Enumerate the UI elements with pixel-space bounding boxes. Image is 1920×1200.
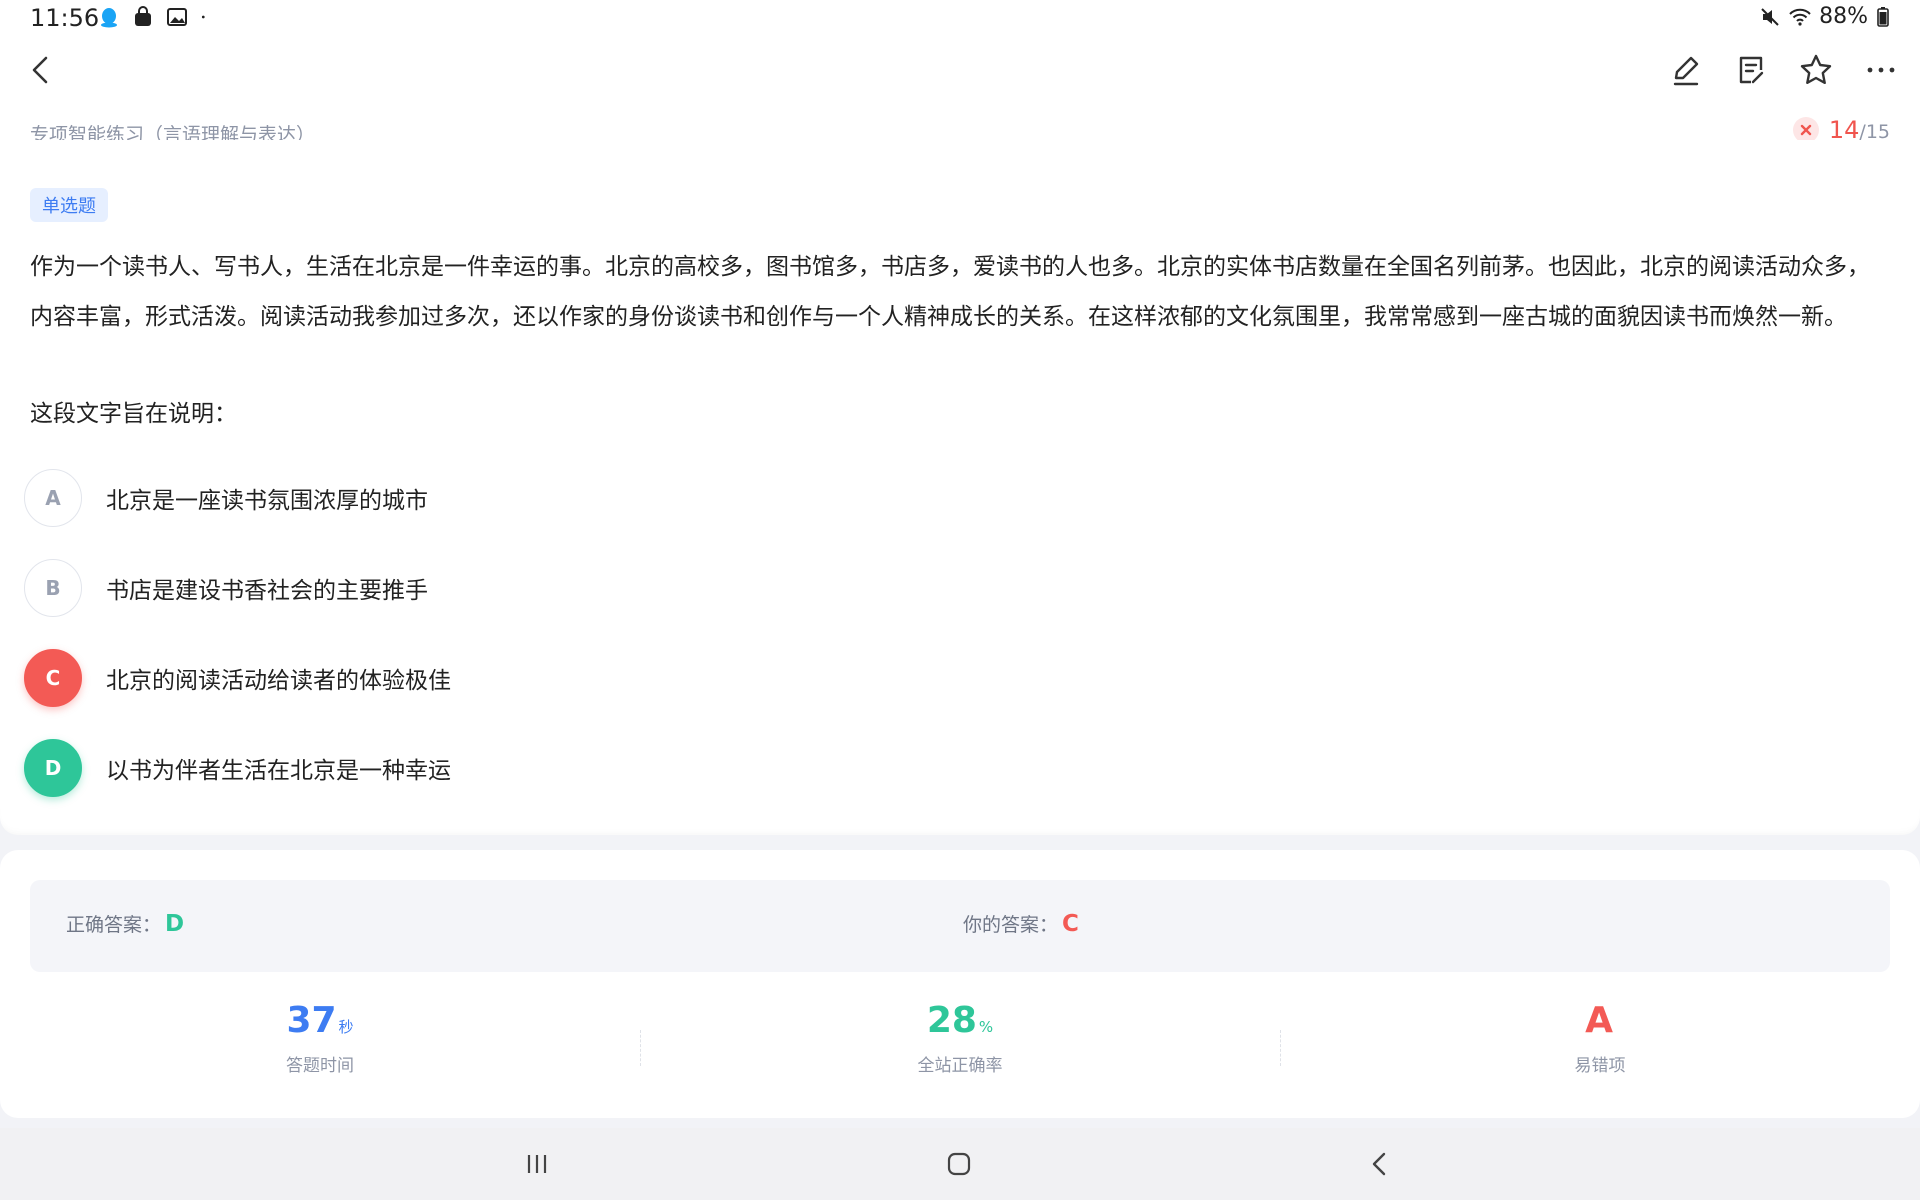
- more-icon[interactable]: [1861, 50, 1901, 90]
- answer-summary: 正确答案： D 你的答案： C: [30, 880, 1890, 972]
- option-a[interactable]: A 北京是一座读书氛围浓厚的城市: [24, 468, 428, 528]
- stat-value: 28: [926, 1000, 977, 1041]
- your-answer-value: C: [1062, 911, 1079, 937]
- star-icon[interactable]: [1796, 50, 1836, 90]
- qq-icon: [101, 8, 117, 28]
- stat-divider: [1280, 1030, 1281, 1066]
- option-letter: A: [24, 469, 82, 527]
- status-time: 11:56: [30, 4, 100, 32]
- status-bar: 11:56 88%: [0, 0, 1920, 36]
- recent-apps-icon[interactable]: [517, 1144, 557, 1184]
- option-c[interactable]: C 北京的阅读活动给读者的体验极佳: [24, 648, 451, 708]
- answer-card: 正确答案： D 你的答案： C 37 秒 答题时间 28% 全站正确率 A 易错项: [0, 850, 1920, 1118]
- correct-answer-label: 正确答案：: [66, 914, 162, 936]
- stat-unit: 秒: [338, 1018, 354, 1036]
- option-text: 北京的阅读活动给读者的体验极佳: [106, 668, 451, 694]
- mute-icon: [1761, 7, 1779, 26]
- toolbar: 专项智能练习（言语理解与表达） 14/15: [0, 36, 1920, 146]
- stat-common-mistake: A 易错项: [1400, 1000, 1800, 1076]
- stat-label: 全站正确率: [917, 1056, 1003, 1076]
- stat-label: 答题时间: [286, 1056, 354, 1076]
- status-icons-right: 88%: [1759, 4, 1890, 29]
- option-letter: B: [24, 559, 82, 617]
- navigation-bar: [0, 1128, 1920, 1200]
- battery-icon: [1877, 6, 1889, 27]
- stat-accuracy: 28% 全站正确率: [760, 1000, 1160, 1076]
- stats-row: 37 秒 答题时间 28% 全站正确率 A 易错项: [0, 1000, 1920, 1100]
- home-icon[interactable]: [939, 1144, 979, 1184]
- correct-answer-value: D: [165, 911, 185, 937]
- stat-label: 易错项: [1574, 1056, 1626, 1076]
- wifi-icon: [1789, 8, 1811, 26]
- option-text: 北京是一座读书氛围浓厚的城市: [106, 488, 428, 514]
- option-b[interactable]: B 书店是建设书香社会的主要推手: [24, 558, 428, 618]
- battery-percent: 88%: [1819, 4, 1868, 29]
- option-d[interactable]: D 以书为伴者生活在北京是一种幸运: [24, 738, 451, 798]
- bag-icon: [135, 6, 151, 26]
- status-icons-left: [98, 6, 212, 28]
- image-icon: [167, 8, 187, 26]
- stat-unit: %: [978, 1018, 994, 1036]
- stat-answer-time: 37 秒 答题时间: [120, 1000, 520, 1076]
- option-text: 书店是建设书香社会的主要推手: [106, 578, 428, 604]
- back-icon[interactable]: [22, 50, 62, 90]
- stat-value: A: [1585, 1000, 1613, 1041]
- question-type-badge: 单选题: [30, 188, 108, 222]
- option-letter-correct: D: [24, 739, 82, 797]
- stat-value: 37: [286, 1000, 337, 1041]
- stat-divider: [640, 1030, 641, 1066]
- back-nav-icon[interactable]: [1360, 1144, 1400, 1184]
- your-answer-label: 你的答案：: [963, 914, 1059, 936]
- note-icon[interactable]: [1731, 50, 1771, 90]
- correct-answer: 正确答案： D: [66, 910, 184, 937]
- dot-icon: [201, 15, 205, 19]
- option-text: 以书为伴者生活在北京是一种幸运: [106, 758, 451, 784]
- question-card: 单选题 作为一个读书人、写书人，生活在北京是一件幸运的事。北京的高校多，图书馆多…: [0, 140, 1920, 835]
- question-prompt: 这段文字旨在说明：: [30, 401, 237, 427]
- question-text: 作为一个读书人、写书人，生活在北京是一件幸运的事。北京的高校多，图书馆多，书店多…: [30, 254, 1870, 330]
- your-answer: 你的答案： C: [963, 910, 1079, 937]
- edit-icon[interactable]: [1666, 50, 1706, 90]
- option-letter-selected-wrong: C: [24, 649, 82, 707]
